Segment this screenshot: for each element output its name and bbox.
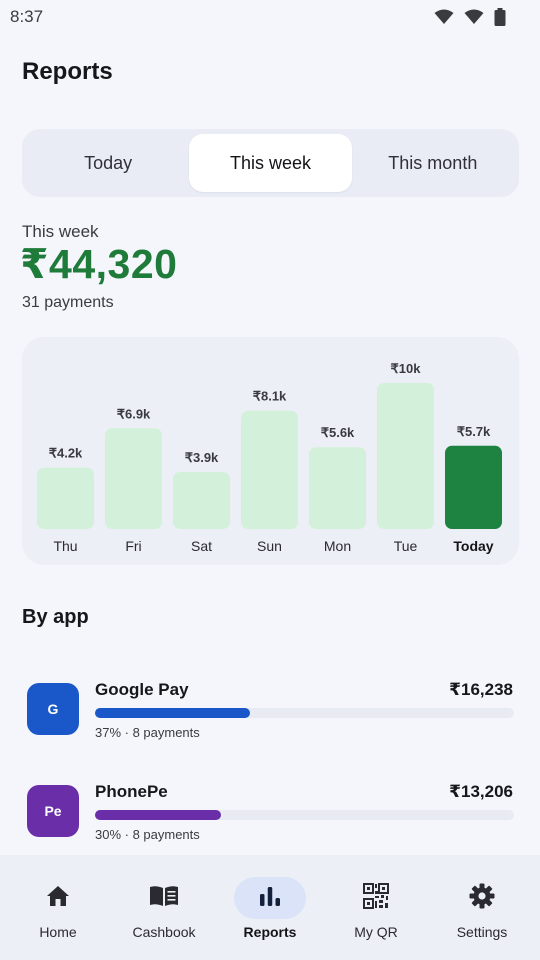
app-name: Google Pay xyxy=(95,680,189,699)
app-share-fill xyxy=(95,708,251,718)
app-row-phonepe[interactable]: Pe PhonePe ₹13,206 30% · 8 payments xyxy=(22,782,519,865)
book-icon xyxy=(149,885,179,912)
nav-home-pill xyxy=(22,877,94,919)
nav-home[interactable]: Home xyxy=(4,855,112,960)
nav-settings-pill xyxy=(446,877,518,919)
nav-cashbook-label: Cashbook xyxy=(132,924,196,940)
bar-fri[interactable] xyxy=(105,428,162,529)
nav-my-qr-pill xyxy=(340,877,412,919)
weekly-chart-card: ₹4.2k Thu ₹6.9k Fri ₹3.9k Sat ₹8.1k Sun ₹5.6k Mon… xyxy=(22,337,519,565)
phonepe-logo-icon: Pe xyxy=(27,785,79,837)
status-icons xyxy=(434,8,506,26)
home-icon xyxy=(45,884,71,913)
period-selector: Today This week This month xyxy=(22,129,519,197)
bar-value-label: ₹4.2k xyxy=(49,446,83,461)
nav-cashbook-pill xyxy=(128,877,200,919)
gear-icon xyxy=(469,883,495,914)
page-title: Reports xyxy=(22,58,113,85)
bar-mon[interactable] xyxy=(309,447,366,529)
bar-value-label: ₹6.9k xyxy=(117,406,151,421)
nav-home-label: Home xyxy=(39,924,77,940)
status-time: 8:37 xyxy=(10,7,44,26)
bar-today[interactable] xyxy=(445,445,502,529)
nav-cashbook[interactable]: Cashbook xyxy=(110,855,218,960)
nav-settings[interactable]: Settings xyxy=(428,855,536,960)
bar-tue[interactable] xyxy=(377,383,434,529)
app-meta: 30% · 8 payments xyxy=(95,827,200,842)
bar-category-label: Fri xyxy=(125,538,141,554)
nav-settings-label: Settings xyxy=(456,924,508,940)
google-pay-logo-icon: G xyxy=(27,683,79,735)
bar-category-label: Sun xyxy=(257,538,282,554)
app-amount: ₹16,238 xyxy=(449,680,513,699)
battery-icon xyxy=(494,8,506,26)
app-meta: 37% · 8 payments xyxy=(95,725,200,740)
by-app-title: By app xyxy=(22,606,89,628)
bar-value-label: ₹5.7k xyxy=(457,424,491,439)
bar-category-label: Tue xyxy=(394,538,418,554)
nav-reports[interactable]: Reports xyxy=(216,855,324,960)
bar-sun[interactable] xyxy=(241,410,298,529)
nav-my-qr[interactable]: My QR xyxy=(322,855,430,960)
bar-value-label: ₹10k xyxy=(391,361,422,376)
weekly-bar-chart: ₹4.2k Thu ₹6.9k Fri ₹3.9k Sat ₹8.1k Sun ₹5.6k Mon… xyxy=(37,361,502,554)
nav-reports-pill xyxy=(234,877,306,919)
qr-code-icon xyxy=(363,882,389,914)
bar-sat[interactable] xyxy=(173,472,230,529)
summary-amount: ₹44,320 xyxy=(20,241,178,287)
bar-category-label: Mon xyxy=(324,538,351,554)
bar-category-label: Today xyxy=(453,538,493,554)
nav-reports-label: Reports xyxy=(243,924,297,940)
bar-chart-icon xyxy=(258,885,282,912)
bar-value-label: ₹3.9k xyxy=(185,450,219,465)
app-amount: ₹13,206 xyxy=(449,782,513,801)
app-share-fill xyxy=(95,810,221,820)
bar-category-label: Thu xyxy=(53,538,77,554)
app-row-google-pay[interactable]: G Google Pay ₹16,238 37% · 8 payments xyxy=(22,680,519,763)
tab-this-month[interactable]: This month xyxy=(352,134,514,192)
summary-payment-count: 31 payments xyxy=(22,294,114,311)
app-name: PhonePe xyxy=(95,782,168,801)
app-share-bar xyxy=(95,708,514,718)
bar-value-label: ₹8.1k xyxy=(253,389,287,404)
summary-period-label: This week xyxy=(22,222,99,241)
wifi-icon xyxy=(434,9,454,25)
app-share-bar xyxy=(95,810,514,820)
tab-this-week[interactable]: This week xyxy=(189,134,352,192)
bar-value-label: ₹5.6k xyxy=(321,425,355,440)
bar-thu[interactable] xyxy=(37,467,94,529)
bottom-navigation: Home Cashbook Reports My QR Settings xyxy=(0,855,540,960)
signal-icon xyxy=(464,9,484,25)
bar-category-label: Sat xyxy=(191,538,212,554)
tab-today[interactable]: Today xyxy=(27,134,189,192)
nav-my-qr-label: My QR xyxy=(354,924,398,940)
status-bar: 8:37 xyxy=(0,0,540,34)
